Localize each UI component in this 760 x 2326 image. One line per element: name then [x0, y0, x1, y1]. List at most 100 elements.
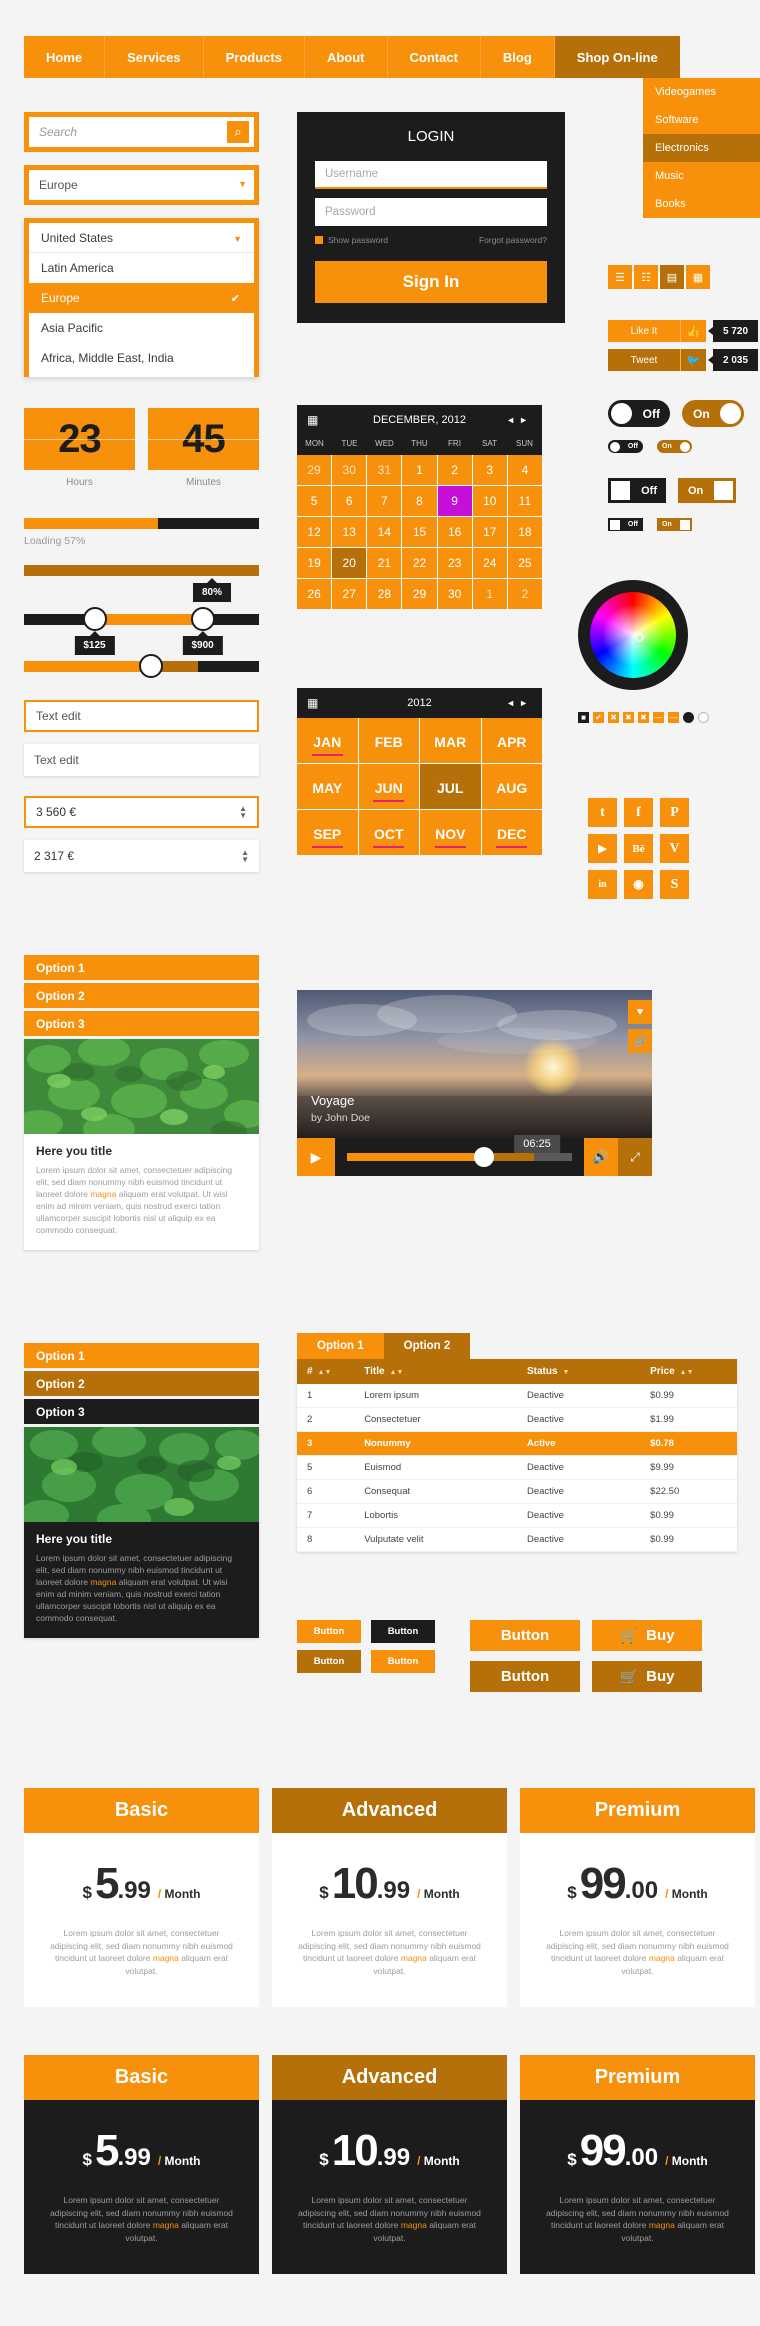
behance-icon[interactable]: Bē — [624, 834, 653, 863]
dropdown-item-europe[interactable]: Europe ✔ — [29, 283, 254, 313]
calendar-day[interactable]: 18 — [507, 517, 542, 547]
calendar-day[interactable]: 5 — [297, 486, 332, 516]
accordion-dark-option-3[interactable]: Option 3 — [24, 1399, 259, 1424]
calendar-day[interactable]: 29 — [297, 455, 332, 485]
calendar-day[interactable]: 13 — [332, 517, 367, 547]
slider-80-track[interactable] — [24, 565, 259, 576]
month-cell-dec[interactable]: DEC — [481, 810, 542, 855]
username-input[interactable]: Username — [315, 161, 547, 189]
dropdown-item-latin-america[interactable]: Latin America — [29, 253, 254, 283]
calendar-day[interactable]: 6 — [332, 486, 367, 516]
month-cell-may[interactable]: MAY — [297, 764, 358, 809]
month-picker-nav[interactable]: ◄► — [506, 698, 532, 708]
calendar-day[interactable]: 8 — [402, 486, 437, 516]
forgot-password-link[interactable]: Forgot password? — [479, 235, 547, 245]
month-cell-jun[interactable]: JUN — [358, 764, 419, 809]
table-row[interactable]: 8 Vulputate velit Deactive $0.99 — [297, 1527, 737, 1552]
small-button-black[interactable]: Button — [371, 1620, 435, 1643]
toggle-square-on[interactable]: On — [678, 478, 736, 503]
speaker-icon[interactable]: 🔊 — [584, 1138, 618, 1176]
color-picker[interactable] — [578, 580, 688, 690]
tweet-button[interactable]: Tweet — [608, 349, 680, 371]
month-cell-jan[interactable]: JAN — [297, 718, 358, 763]
submenu-item-electronics[interactable]: Electronics — [643, 134, 760, 162]
calendar-day[interactable]: 22 — [402, 548, 437, 578]
swatch-black[interactable]: ■ — [578, 712, 589, 723]
large-button-dark-orange[interactable]: Button — [470, 1661, 580, 1692]
sign-in-button[interactable]: Sign In — [315, 261, 547, 303]
heart-icon[interactable]: ♥ — [628, 1000, 652, 1024]
accordion-light-option-2[interactable]: Option 2 — [24, 983, 259, 1008]
month-cell-aug[interactable]: AUG — [481, 764, 542, 809]
calendar-day[interactable]: 24 — [472, 548, 507, 578]
calendar-day[interactable]: 10 — [472, 486, 507, 516]
calendar-day[interactable]: 7 — [367, 486, 402, 516]
thumbs-up-icon[interactable]: 👍 — [680, 320, 706, 342]
col-header-price[interactable]: Price ▲▼ — [640, 1359, 737, 1384]
swatch-orange-dash1[interactable]: — — [653, 712, 664, 723]
submenu-item-software[interactable]: Software — [643, 106, 760, 134]
large-button-orange[interactable]: Button — [470, 1620, 580, 1651]
dribbble-icon[interactable]: ◉ — [624, 870, 653, 899]
buy-button-dark-orange[interactable]: 🛒 Buy — [592, 1661, 702, 1692]
col-header-num[interactable]: # ▲▼ — [297, 1359, 355, 1384]
swatch-orange-x2[interactable]: ✖ — [623, 712, 634, 723]
calendar-day[interactable]: 12 — [297, 517, 332, 547]
calendar-day[interactable]: 2 — [507, 579, 542, 609]
color-wheel[interactable] — [590, 592, 676, 678]
table-row[interactable]: 7 Lobortis Deactive $0.99 — [297, 1503, 737, 1528]
submenu-item-videogames[interactable]: Videogames — [643, 78, 760, 106]
calendar-day[interactable]: 23 — [437, 548, 472, 578]
sort-icon[interactable]: ▲▼ — [680, 1369, 694, 1376]
submenu-item-music[interactable]: Music — [643, 162, 760, 190]
calendar-day[interactable]: 11 — [507, 486, 542, 516]
table-row[interactable]: 6 Consequat Deactive $22.50 — [297, 1479, 737, 1504]
linkedin-icon[interactable]: in — [588, 870, 617, 899]
toggle-pill-on[interactable]: On — [682, 400, 744, 427]
calendar-day[interactable]: 3 — [472, 455, 507, 485]
color-picker-handle[interactable] — [634, 633, 644, 643]
calendar-day[interactable]: 17 — [472, 517, 507, 547]
stepper-arrows-icon[interactable]: ▲ ▼ — [241, 849, 249, 864]
buy-button-orange[interactable]: 🛒 Buy — [592, 1620, 702, 1651]
toggle-small-off[interactable]: Off — [608, 440, 643, 453]
pinterest-icon[interactable]: P — [660, 798, 689, 827]
month-cell-nov[interactable]: NOV — [420, 810, 481, 855]
nav-item-home[interactable]: Home — [24, 36, 106, 78]
detail-list-icon[interactable]: ▤ — [660, 265, 684, 289]
region-select[interactable]: Europe — [29, 170, 254, 200]
col-header-status[interactable]: Status ▼ — [516, 1359, 641, 1384]
month-cell-sep[interactable]: SEP — [297, 810, 358, 855]
nav-item-blog[interactable]: Blog — [480, 36, 555, 78]
calendar-day[interactable]: 16 — [437, 517, 472, 547]
calendar-day-selected[interactable]: 9 — [437, 486, 472, 516]
month-cell-oct[interactable]: OCT — [358, 810, 419, 855]
calendar-day[interactable]: 15 — [402, 517, 437, 547]
twitter-bird-icon[interactable]: 🐦 — [680, 349, 706, 371]
spinner-orange[interactable]: 3 560 € ▲ ▼ — [24, 796, 259, 828]
table-row[interactable]: 2 Consectetuer Deactive $1.99 — [297, 1407, 737, 1432]
nav-item-services[interactable]: Services — [105, 36, 204, 78]
sort-icon[interactable]: ▼ — [563, 1369, 570, 1376]
small-button-orange[interactable]: Button — [297, 1620, 361, 1643]
list-view-icon[interactable]: ☰ — [608, 265, 632, 289]
calendar-day-hover[interactable]: 20 — [332, 548, 367, 578]
col-header-title[interactable]: Title ▲▼ — [354, 1359, 517, 1384]
calendar-day[interactable]: 4 — [507, 455, 542, 485]
youtube-icon[interactable]: ▶ — [588, 834, 617, 863]
calendar-day[interactable]: 14 — [367, 517, 402, 547]
swatch-orange-x1[interactable]: ✖ — [608, 712, 619, 723]
calendar-day[interactable]: 31 — [367, 455, 402, 485]
region-dropdown-open[interactable]: United States ▼ Latin America Europe ✔ A… — [24, 218, 259, 377]
small-button-dark-orange[interactable]: Button — [297, 1650, 361, 1673]
calendar-day[interactable]: 2 — [437, 455, 472, 485]
expand-icon[interactable]: ⤢ — [618, 1138, 652, 1176]
month-cell-jul-hover[interactable]: JUL — [420, 764, 481, 809]
sort-icon[interactable]: ▲▼ — [390, 1369, 404, 1376]
calendar-day[interactable]: 29 — [402, 579, 437, 609]
toggle-square-small-off[interactable]: Off — [608, 518, 643, 531]
password-input[interactable]: Password — [315, 198, 547, 226]
swatch-orange-check[interactable]: ✔ — [593, 712, 604, 723]
dropdown-item-africa-middle-east-india[interactable]: Africa, Middle East, India — [29, 343, 254, 373]
swatch-dot-black[interactable] — [683, 712, 694, 723]
